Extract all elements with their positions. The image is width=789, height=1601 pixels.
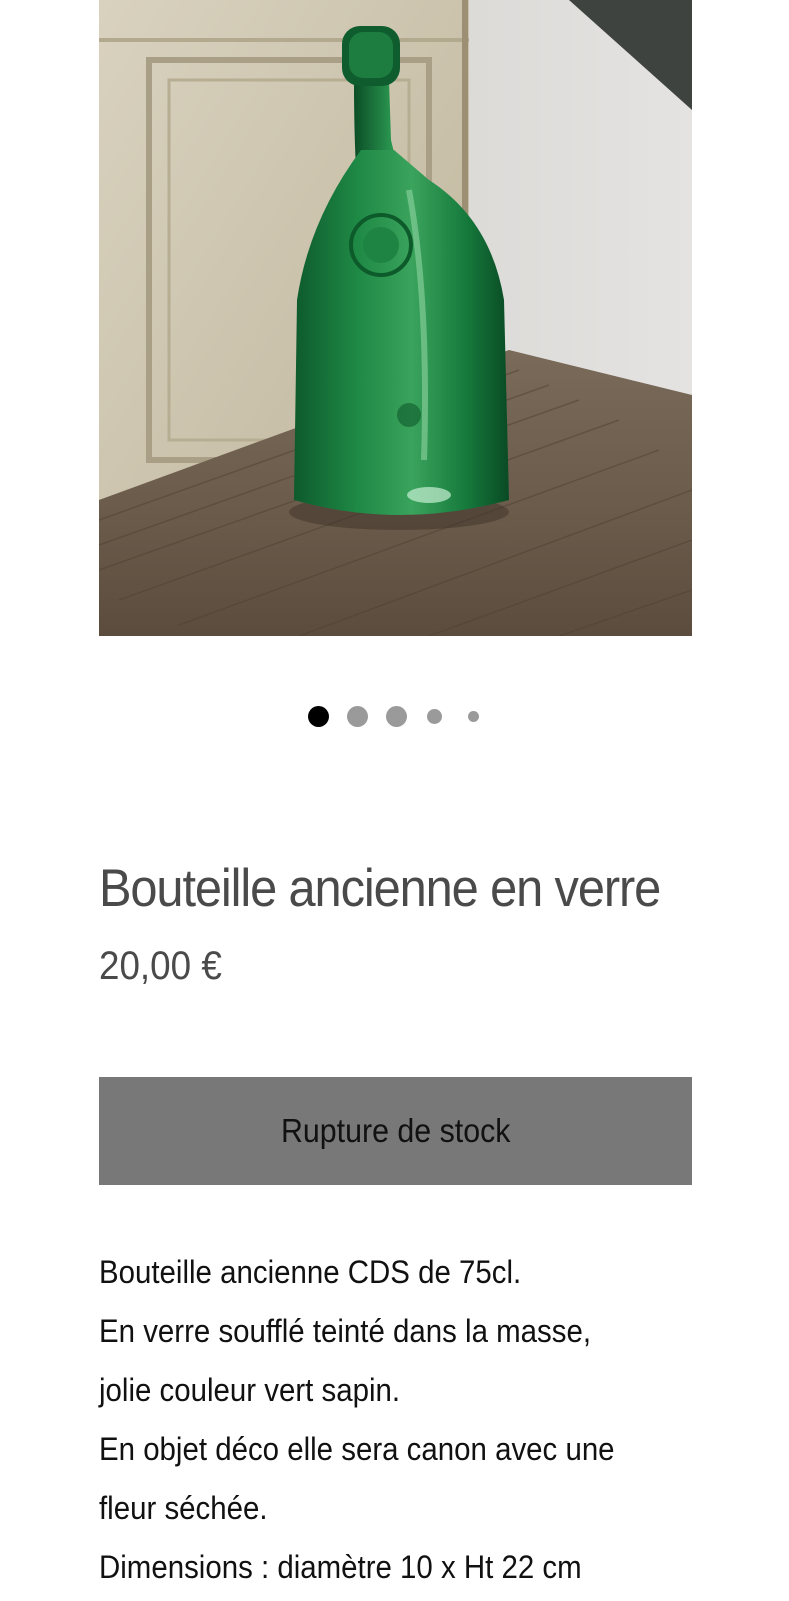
carousel-dot-5[interactable] — [468, 711, 479, 722]
product-description: Bouteille ancienne CDS de 75cl. En verre… — [99, 1243, 719, 1597]
product-title: Bouteille ancienne en verre — [99, 859, 661, 918]
description-line: Bouteille ancienne CDS de 75cl. — [99, 1254, 522, 1290]
carousel-dot-2[interactable] — [347, 706, 368, 727]
product-image[interactable] — [99, 0, 692, 636]
description-line: fleur séchée. — [99, 1490, 268, 1526]
product-price: 20,00 € — [99, 944, 222, 988]
description-line: jolie couleur vert sapin. — [99, 1372, 401, 1408]
description-line: Dimensions : diamètre 10 x Ht 22 cm — [99, 1549, 582, 1585]
out-of-stock-button[interactable]: Rupture de stock — [99, 1077, 692, 1185]
stock-button-label: Rupture de stock — [280, 1112, 511, 1149]
carousel-dot-4[interactable] — [427, 709, 442, 724]
description-line: En objet déco elle sera canon avec une — [99, 1431, 615, 1467]
carousel-dot-3[interactable] — [386, 706, 407, 727]
carousel-dot-1[interactable] — [308, 706, 329, 727]
product-page: Bouteille ancienne en verre 20,00 € Rupt… — [0, 0, 789, 1601]
description-line: En verre soufflé teinté dans la masse, — [99, 1313, 592, 1349]
carousel-dots — [0, 706, 789, 728]
